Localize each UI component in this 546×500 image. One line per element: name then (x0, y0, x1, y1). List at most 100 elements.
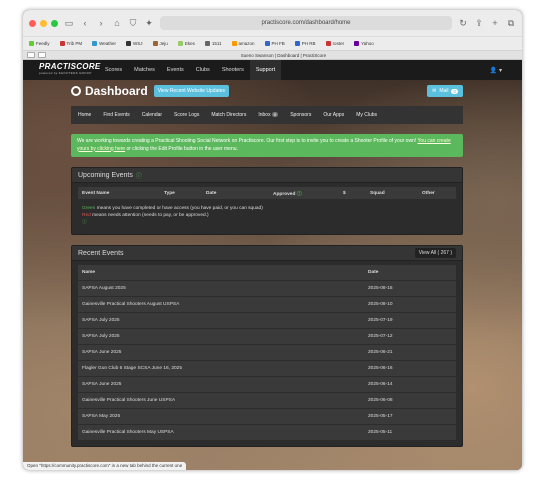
new-tab-icon[interactable]: + (490, 18, 500, 28)
col-squad[interactable]: Squad (370, 191, 422, 196)
upcoming-table-header: Event Name Type Date Approved ⓘ $ Squad … (78, 187, 456, 199)
mail-count-badge: 0 (451, 88, 458, 94)
table-row[interactable]: SAPSA June 2025 2025-06-14 (78, 377, 456, 392)
bookmark-icon (152, 41, 158, 46)
col-date[interactable]: Date (206, 191, 273, 196)
main-content: Dashboard View Recent Website Updates ✉ … (71, 80, 463, 447)
zoom-window-button[interactable] (51, 19, 58, 27)
recent-table-header: Name Date (78, 265, 456, 280)
tab-score-logs[interactable]: Score Logs (169, 109, 204, 121)
table-row[interactable]: SAPSA July 2025 2025-07-19 (78, 313, 456, 328)
bookmark-icon (204, 41, 210, 46)
minimize-window-button[interactable] (40, 19, 47, 27)
puzzle-icon[interactable]: ✦ (144, 18, 154, 28)
dashboard-icon (71, 86, 81, 96)
col-approved[interactable]: Approved ⓘ (273, 190, 343, 197)
help-icon[interactable]: ⓘ (136, 171, 142, 180)
bookmark-item[interactable]: 1511 (204, 41, 222, 46)
table-row[interactable]: Gainesville Practical Shooters August US… (78, 297, 456, 312)
tab-sponsors[interactable]: Sponsors (285, 109, 316, 121)
sidebar-toggle-icon[interactable]: ▭ (64, 18, 74, 28)
tab-overview-icon[interactable]: ⧉ (506, 18, 516, 28)
chevron-down-icon: ▾ (498, 67, 502, 74)
url-text: practiscore.com/dashboard/home (261, 20, 351, 26)
bookmark-item[interactable]: PH FB (264, 41, 285, 46)
col-type[interactable]: Type (164, 191, 206, 196)
bookmark-icon (59, 41, 65, 46)
tab-our-apps[interactable]: Our Apps (318, 109, 349, 121)
address-bar[interactable]: practiscore.com/dashboard/home (160, 16, 452, 30)
bookmark-item[interactable]: Jeju (152, 41, 168, 46)
bookmark-icon (92, 41, 98, 46)
table-row[interactable]: SAPSA July 2025 2025-07-12 (78, 329, 456, 344)
nav-scores[interactable]: Scores (99, 60, 128, 80)
tab-match-directors[interactable]: Match Directors (206, 109, 251, 121)
view-all-button[interactable]: View All ( 267 ) (414, 248, 456, 258)
help-icon[interactable]: ⓘ (82, 219, 452, 226)
bookmark-item[interactable]: Feedly (29, 41, 50, 46)
col-event-name[interactable]: Event Name (82, 191, 164, 196)
top-navbar: PRACTISCORE powered by SHOOTERS GROUP Sc… (23, 60, 522, 80)
share-icon[interactable]: ⇪ (474, 18, 484, 28)
bookmark-item[interactable]: Weather (92, 41, 116, 46)
dashboard-header: Dashboard View Recent Website Updates ✉ … (71, 80, 463, 102)
table-row[interactable]: SAPSA August 2025 2025-08-15 (78, 281, 456, 296)
tab-my-clubs[interactable]: My Clubs (351, 109, 382, 121)
active-tab[interactable]: Sueno Swanson | Dashboard | PractiScore (49, 53, 518, 58)
close-window-button[interactable] (29, 19, 36, 27)
user-icon: 👤 (489, 67, 498, 74)
bookmark-item[interactable]: Trib PM (59, 41, 82, 46)
table-row[interactable]: Gainesville Practical Shooters June USPS… (78, 393, 456, 408)
browser-window: ▭ ‹ › ⌂ ⛉ ✦ practiscore.com/dashboard/ho… (23, 10, 522, 470)
pinned-tab-icon[interactable] (38, 52, 46, 58)
tab-bar: Sueno Swanson | Dashboard | PractiScore (23, 50, 522, 60)
dashboard-tabs: Home Find Events Calendar Score Logs Mat… (71, 106, 463, 124)
tab-inbox[interactable]: Inbox 0 (253, 109, 283, 121)
tab-calendar[interactable]: Calendar (137, 109, 167, 121)
inbox-count-badge: 0 (271, 112, 279, 117)
mail-icon: ✉ (432, 88, 437, 94)
bookmark-icon (126, 41, 132, 46)
mail-button[interactable]: ✉ Mail 0 (427, 85, 463, 97)
nav-shooters[interactable]: Shooters (216, 60, 250, 80)
practiscore-page: PRACTISCORE powered by SHOOTERS GROUP Sc… (23, 60, 522, 470)
forward-icon[interactable]: › (96, 18, 106, 28)
col-date[interactable]: Date (368, 270, 452, 275)
bookmark-item[interactable]: WSJ (126, 41, 143, 46)
back-icon[interactable]: ‹ (80, 18, 90, 28)
table-row[interactable]: SAPSA June 2025 2025-06-21 (78, 345, 456, 360)
bookmark-item[interactable]: PH RB (294, 41, 316, 46)
upcoming-events-panel: Upcoming Events ⓘ Event Name Type Date A… (71, 167, 463, 235)
nav-events[interactable]: Events (161, 60, 190, 80)
col-other[interactable]: Other (422, 191, 435, 196)
reload-icon[interactable]: ↻ (458, 18, 468, 28)
bookmark-icon (231, 41, 237, 46)
recent-events-heading: Recent Events View All ( 267 ) (72, 246, 462, 261)
tab-group-icon[interactable] (27, 52, 35, 58)
table-row[interactable]: Flagler Gun Club 6 Stage SCSA June 16, 2… (78, 361, 456, 376)
view-updates-button[interactable]: View Recent Website Updates (153, 85, 230, 97)
bookmark-item[interactable]: amazon (231, 41, 255, 46)
nav-clubs[interactable]: Clubs (190, 60, 216, 80)
tab-find-events[interactable]: Find Events (98, 109, 134, 121)
shield-icon[interactable]: ⛉ (128, 18, 138, 28)
bookmark-icon (294, 41, 300, 46)
bookmark-item[interactable]: Yahoo (354, 41, 374, 46)
col-name[interactable]: Name (82, 270, 368, 275)
help-icon: ⓘ (296, 191, 302, 197)
col-price[interactable]: $ (343, 191, 370, 196)
practiscore-logo[interactable]: PRACTISCORE powered by SHOOTERS GROUP (39, 63, 100, 77)
recent-events-panel: Recent Events View All ( 267 ) Name Date… (71, 245, 463, 447)
user-menu[interactable]: 👤 ▾ (490, 67, 502, 74)
browser-toolbar: ▭ ‹ › ⌂ ⛉ ✦ practiscore.com/dashboard/ho… (23, 10, 522, 36)
home-icon[interactable]: ⌂ (112, 18, 122, 28)
window-controls (29, 19, 58, 27)
tab-home[interactable]: Home (73, 109, 96, 121)
bookmark-item[interactable]: Ekes (177, 41, 195, 46)
nav-matches[interactable]: Matches (128, 60, 161, 80)
upcoming-events-heading: Upcoming Events ⓘ (72, 168, 462, 183)
table-row[interactable]: SAPSA May 2025 2025-05-17 (78, 409, 456, 424)
nav-support[interactable]: Support (249, 60, 282, 80)
table-row[interactable]: Gainesville Practical Shooters May USPSA… (78, 425, 456, 440)
bookmark-item[interactable]: roster (325, 41, 344, 46)
